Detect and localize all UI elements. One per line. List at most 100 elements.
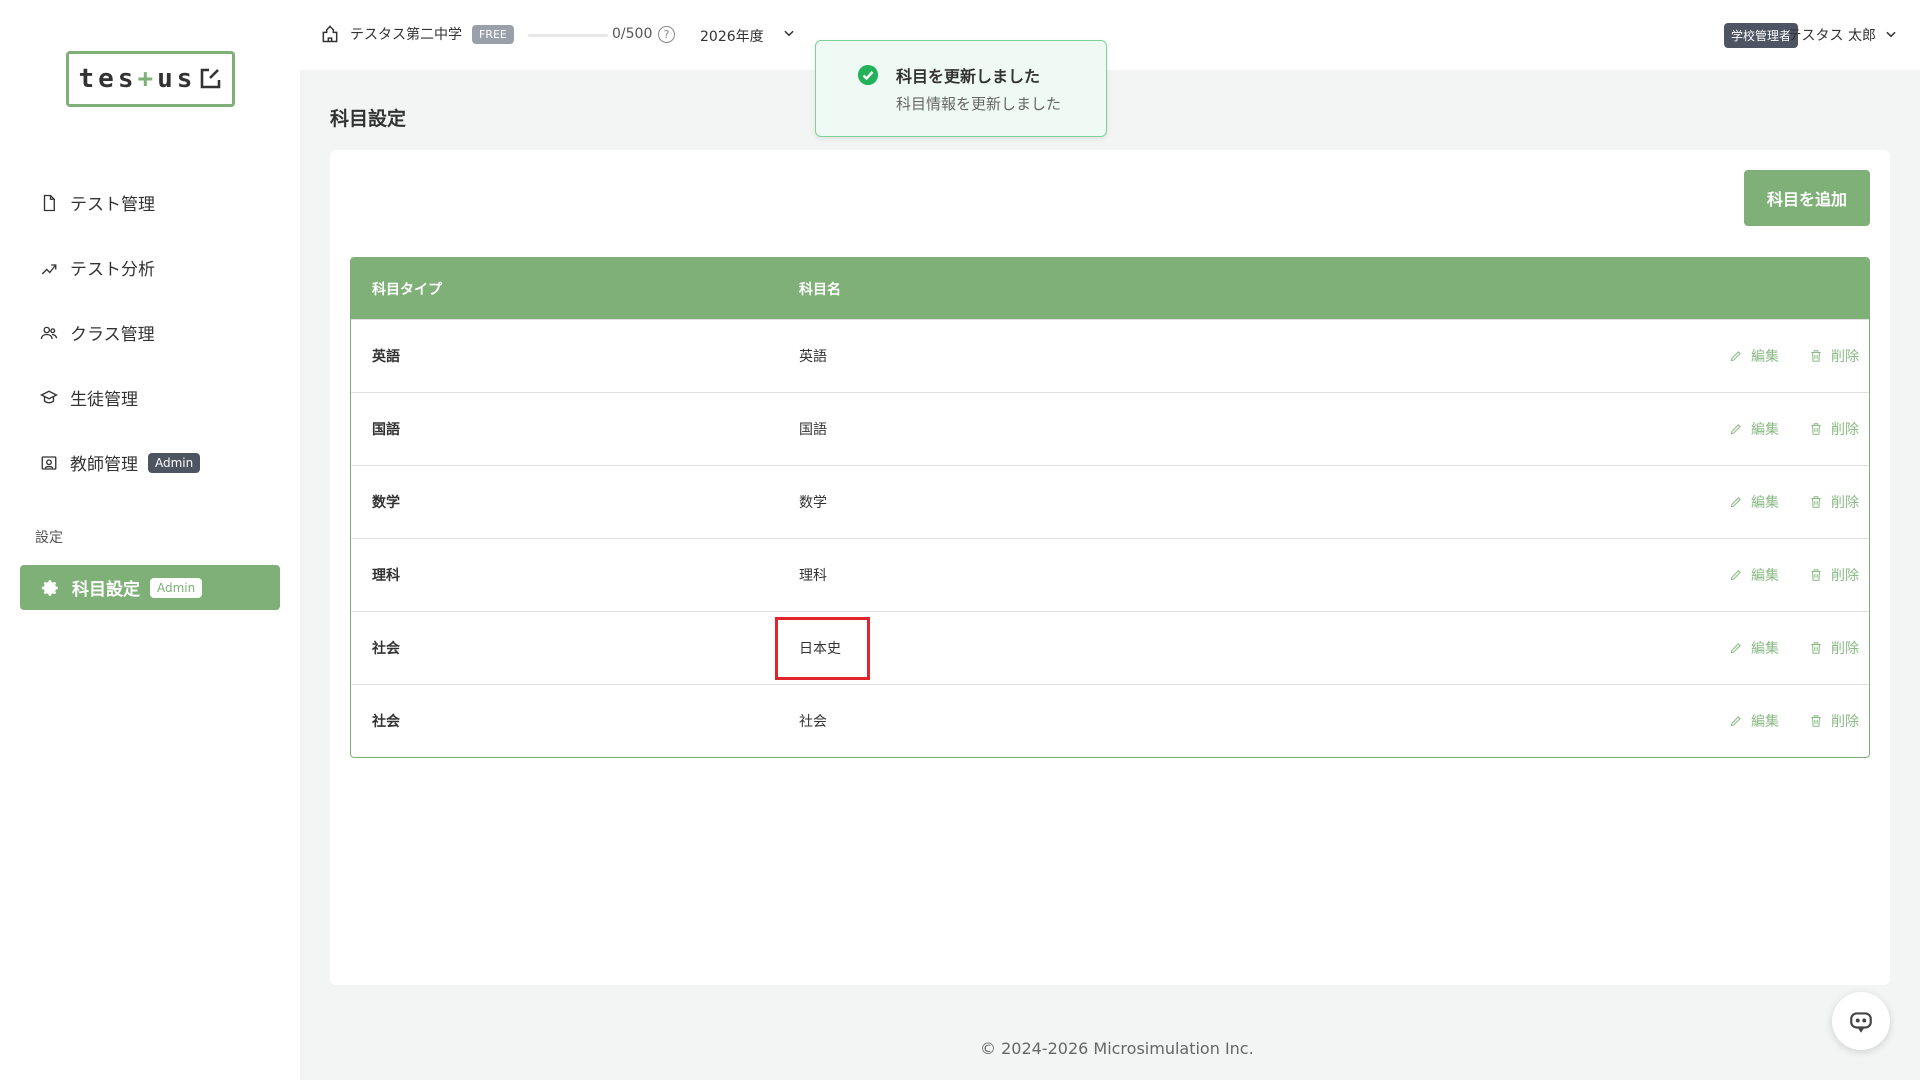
trash-icon	[1811, 423, 1821, 435]
sidebar-item-label: テスト分析	[70, 260, 155, 280]
subject-card: 科目を追加 科目タイプ 科目名 英語 英語 編集 削除 国語 国語 編集 削除 数学 数学 編集 削除…	[330, 150, 1890, 985]
delete-button[interactable]: 削除	[1809, 711, 1859, 731]
subject-table: 科目タイプ 科目名 英語 英語 編集 削除 国語 国語 編集 削除 数学 数学 編集 削除 理科 理科 編集…	[350, 257, 1870, 758]
edit-button[interactable]: 編集	[1729, 565, 1779, 585]
subject-type-cell: 英語	[372, 349, 400, 365]
quota-progress-bar	[528, 34, 608, 37]
edit-label: 編集	[1751, 714, 1779, 730]
chevron-down-icon[interactable]	[782, 26, 796, 40]
subject-type-cell: 国語	[372, 422, 400, 438]
user-menu[interactable]: テスタス 太郎	[1788, 25, 1876, 45]
trash-icon	[1811, 496, 1821, 508]
delete-button[interactable]: 削除	[1809, 638, 1859, 658]
sidebar-item-label: クラス管理	[70, 325, 155, 345]
subject-type-cell: 数学	[372, 495, 400, 511]
settings-section-label: 設定	[35, 530, 63, 546]
edit-label: 編集	[1751, 495, 1779, 511]
toast-message: 科目情報を更新しました	[896, 95, 1062, 113]
trash-icon	[1811, 569, 1821, 581]
sidebar-item-student-management[interactable]: 生徒管理	[20, 375, 280, 420]
subject-type-cell: 社会	[372, 641, 400, 657]
school-selector[interactable]: テスタス第二中学 FREE	[320, 24, 514, 44]
edit-button[interactable]: 編集	[1729, 419, 1779, 439]
sidebar-item-test-management[interactable]: テスト管理	[20, 180, 280, 225]
subject-name-cell: 数学	[799, 495, 827, 511]
delete-label: 削除	[1831, 714, 1859, 730]
sidebar-nav: テスト管理 テスト分析 クラス管理 生徒管理 教師管理 Admin	[20, 180, 280, 505]
subject-type-cell: 理科	[372, 568, 400, 584]
success-toast: 科目を更新しました 科目情報を更新しました	[815, 40, 1107, 137]
edit-square-icon	[201, 68, 221, 89]
delete-button[interactable]: 削除	[1809, 565, 1859, 585]
pencil-icon	[1730, 351, 1741, 362]
sidebar-item-label: 生徒管理	[70, 390, 138, 410]
trash-icon	[1811, 642, 1821, 654]
top-header: テスタス第二中学 FREE 0/500 ? 2026年度 学校管理者 テスタス …	[300, 0, 1920, 70]
chat-icon	[1850, 1012, 1872, 1033]
plan-badge: FREE	[472, 24, 514, 44]
subject-name-cell: 理科	[799, 568, 827, 584]
table-row: 社会 社会 編集 削除	[351, 684, 1869, 757]
table-row: 英語 英語 編集 削除	[351, 319, 1869, 392]
delete-button[interactable]: 削除	[1809, 419, 1859, 439]
column-header-type: 科目タイプ	[372, 281, 442, 298]
check-circle-icon	[858, 65, 878, 85]
table-body: 英語 英語 編集 削除 国語 国語 編集 削除 数学 数学 編集 削除 理科 理科 編集 削除 社会 日本史 編集削…	[351, 319, 1869, 757]
subject-name-cell: 国語	[799, 422, 827, 438]
sidebar-item-class-management[interactable]: クラス管理	[20, 310, 280, 355]
subject-name-cell: 英語	[799, 349, 827, 365]
sidebar-item-teacher-management[interactable]: 教師管理 Admin	[20, 440, 280, 485]
school-name: テスタス第二中学	[350, 27, 462, 43]
chat-button[interactable]	[1832, 992, 1890, 1050]
add-subject-button[interactable]: 科目を追加	[1744, 170, 1870, 226]
table-row: 理科 理科 編集 削除	[351, 538, 1869, 611]
subject-name-cell: 日本史	[799, 641, 841, 657]
logo[interactable]: tes+us	[66, 51, 235, 107]
column-header-name: 科目名	[799, 281, 841, 298]
delete-button[interactable]: 削除	[1809, 492, 1859, 512]
edit-button[interactable]: 編集	[1729, 492, 1779, 512]
delete-label: 削除	[1831, 349, 1859, 365]
quota-text: 0/500	[612, 26, 653, 42]
school-icon	[322, 25, 338, 43]
analysis-icon	[41, 263, 57, 274]
table-row: 社会 日本史 編集 削除	[351, 611, 1869, 684]
help-icon[interactable]: ?	[658, 26, 675, 43]
student-icon	[40, 389, 58, 403]
sidebar: tes+us テスト管理 テスト分析 クラス管理 生徒管理 教師管理 Admin…	[0, 0, 300, 1080]
sidebar-item-label: テスト管理	[70, 195, 155, 215]
sidebar-item-subject-settings[interactable]: 科目設定 Admin	[20, 565, 280, 610]
pencil-icon	[1730, 716, 1741, 727]
trash-icon	[1811, 350, 1821, 362]
teacher-icon	[41, 455, 57, 470]
table-header: 科目タイプ 科目名	[351, 258, 1869, 319]
delete-label: 削除	[1831, 568, 1859, 584]
table-row: 数学 数学 編集 削除	[351, 465, 1869, 538]
delete-label: 削除	[1831, 641, 1859, 657]
edit-button[interactable]: 編集	[1729, 346, 1779, 366]
page-title: 科目設定	[330, 108, 407, 130]
edit-label: 編集	[1751, 422, 1779, 438]
delete-button[interactable]: 削除	[1809, 346, 1859, 366]
trash-icon	[1811, 715, 1821, 727]
footer-copyright: © 2024-2026 Microsimulation Inc.	[980, 1039, 1254, 1058]
delete-label: 削除	[1831, 422, 1859, 438]
edit-button[interactable]: 編集	[1729, 638, 1779, 658]
admin-badge: Admin	[148, 452, 201, 473]
subject-name-cell: 社会	[799, 714, 827, 730]
edit-label: 編集	[1751, 349, 1779, 365]
sidebar-item-test-analysis[interactable]: テスト分析	[20, 245, 280, 290]
gear-icon	[42, 579, 58, 596]
table-row: 国語 国語 編集 削除	[351, 392, 1869, 465]
edit-label: 編集	[1751, 641, 1779, 657]
group-icon	[40, 326, 58, 339]
document-icon	[43, 194, 55, 211]
admin-badge: Admin	[150, 577, 203, 598]
chevron-down-icon[interactable]	[1884, 27, 1898, 41]
toast-title: 科目を更新しました	[896, 67, 1041, 86]
delete-label: 削除	[1831, 495, 1859, 511]
subject-type-cell: 社会	[372, 714, 400, 730]
edit-button[interactable]: 編集	[1729, 711, 1779, 731]
sidebar-item-label: 教師管理	[70, 455, 138, 475]
year-selector[interactable]: 2026年度	[700, 26, 764, 46]
